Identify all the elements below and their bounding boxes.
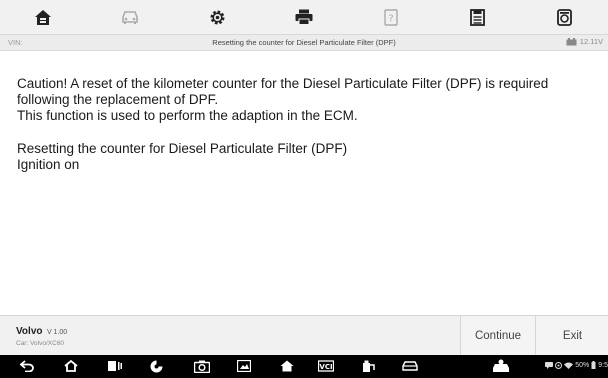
settings-button[interactable] xyxy=(174,0,261,34)
clock: 9:5 xyxy=(598,361,608,369)
print-button[interactable] xyxy=(261,0,348,34)
voltage-value: 12.11V xyxy=(579,37,603,46)
settings-icon xyxy=(210,10,225,24)
vehicle-make: Volvo xyxy=(16,326,43,337)
system-navigation-bar: VCI 50% 9:5 xyxy=(0,355,608,378)
vehicle-swap-icon xyxy=(122,11,139,24)
data-logging-icon xyxy=(557,8,572,26)
page-title: Resetting the counter for Diesel Particu… xyxy=(212,38,396,47)
diagnostic-app-icon[interactable] xyxy=(492,359,510,373)
message-text: Caution! A reset of the kilometer counte… xyxy=(17,76,602,173)
vehicle-info: Volvo V 1.00 Car: Volvo/XC60 xyxy=(16,321,67,347)
ignition-instruction: Ignition on xyxy=(17,157,80,172)
camera-icon[interactable] xyxy=(194,360,210,373)
help-button[interactable]: ? xyxy=(347,0,434,34)
battery-voltage: 12.11V xyxy=(566,37,603,46)
procedure-step: Resetting the counter for Diesel Particu… xyxy=(17,141,348,156)
vehicle-swap-button[interactable] xyxy=(87,0,174,34)
svg-text:?: ? xyxy=(388,13,393,24)
home-button[interactable] xyxy=(0,0,87,34)
chat-icon xyxy=(545,361,554,369)
footer-bar: Volvo V 1.00 Car: Volvo/XC60 Continue Ex… xyxy=(0,315,608,356)
battery-icon xyxy=(591,361,596,369)
top-toolbar: ? xyxy=(0,0,608,35)
vehicle-model: Car: Volvo/XC60 xyxy=(16,340,65,347)
caution-message: Caution! A reset of the kilometer counte… xyxy=(17,76,549,107)
home-icon xyxy=(35,9,52,25)
location-icon xyxy=(555,361,563,369)
save-icon xyxy=(470,8,486,26)
data-logging-button[interactable] xyxy=(521,0,608,34)
print-icon xyxy=(295,9,313,25)
continue-button[interactable]: Continue xyxy=(460,316,535,356)
save-button[interactable] xyxy=(434,0,521,34)
software-version: V 1.00 xyxy=(46,329,68,336)
car-icon[interactable] xyxy=(402,360,418,372)
screenshot-icon[interactable] xyxy=(237,360,251,372)
home-nav-icon[interactable] xyxy=(64,360,78,372)
back-icon[interactable] xyxy=(20,360,34,372)
wifi-icon xyxy=(564,362,574,369)
service-icon[interactable] xyxy=(362,360,376,373)
car-battery-icon xyxy=(566,37,577,45)
recent-apps-icon[interactable] xyxy=(108,360,122,372)
function-title-bar: VIN: Resetting the counter for Diesel Pa… xyxy=(0,35,608,51)
vci-icon[interactable]: VCI xyxy=(318,360,334,372)
battery-percentage: 50% xyxy=(575,361,590,369)
exit-button[interactable]: Exit xyxy=(535,316,608,356)
chrome-icon[interactable] xyxy=(150,360,163,373)
status-area: 50% 9:5 xyxy=(545,361,608,369)
function-description: This function is used to perform the ada… xyxy=(17,108,358,123)
svg-text:VCI: VCI xyxy=(319,363,332,371)
help-icon: ? xyxy=(384,8,398,26)
home-shortcut-icon[interactable] xyxy=(280,360,294,372)
